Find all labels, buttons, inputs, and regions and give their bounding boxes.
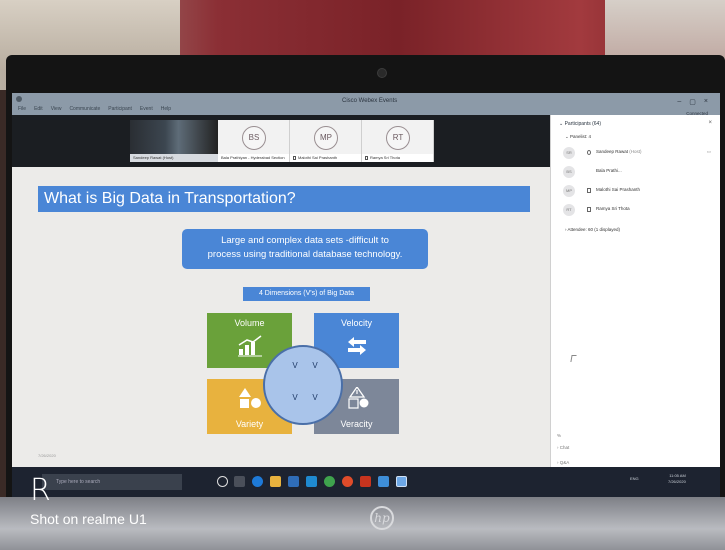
participants-header[interactable]: ⌄ Participants (64) xyxy=(559,121,601,127)
video-tile-name: Sandeep Rawat (Host) xyxy=(130,154,218,162)
avatar: BS xyxy=(563,166,575,178)
menu-file[interactable]: File xyxy=(18,106,26,112)
video-tile-rt[interactable]: RT Ramya Sri Thota xyxy=(362,120,434,162)
system-tray: ENG 11:05 AM 7/26/2020 xyxy=(550,467,720,497)
realme-logo: R xyxy=(30,473,51,508)
slide-date: 7/26/2020 xyxy=(38,453,56,458)
presenter-icon xyxy=(365,155,368,160)
minimize-button[interactable]: – xyxy=(677,98,681,106)
definition-line: process using traditional database techn… xyxy=(207,249,403,260)
clock[interactable]: 11:05 AM 7/26/2020 xyxy=(668,473,686,485)
participant-row[interactable]: SR Sandeep Rawat (Host) ▭ xyxy=(563,146,713,160)
v-letter: V xyxy=(312,393,318,402)
shapes-icon xyxy=(239,388,261,408)
task-view-icon[interactable] xyxy=(234,476,245,487)
menu-communicate[interactable]: Communicate xyxy=(69,106,100,112)
menu-event[interactable]: Event xyxy=(140,106,153,112)
chrome-icon[interactable] xyxy=(324,476,335,487)
video-tile-mp[interactable]: MP Malothi Sai Prashanth xyxy=(290,120,362,162)
office-icon[interactable] xyxy=(360,476,371,487)
mouse-cursor-icon xyxy=(570,355,577,362)
participant-name: Malothi Sai Prashanth xyxy=(596,187,641,192)
menu-bar: File Edit View Communicate Participant E… xyxy=(18,106,171,112)
avatar: RT xyxy=(386,126,410,150)
close-button[interactable]: × xyxy=(704,98,708,106)
window-controls: – ▢ × xyxy=(677,98,708,106)
edge-browser-icon[interactable] xyxy=(252,476,263,487)
v-letter: V xyxy=(292,361,298,370)
firefox-icon[interactable] xyxy=(342,476,353,487)
participants-panel: ⌄ Participants (64) × ⌄ Panelist: 4 SR S… xyxy=(550,115,720,497)
menu-view[interactable]: View xyxy=(51,106,62,112)
maximize-button[interactable]: ▢ xyxy=(689,98,696,106)
video-tile-name: Ramya Sri Thota xyxy=(362,154,433,162)
participant-row[interactable]: MP Malothi Sai Prashanth xyxy=(563,184,713,198)
camera-watermark: R Shot on realme U1 xyxy=(30,475,190,540)
arrows-icon xyxy=(348,337,366,355)
avatar: MP xyxy=(314,126,338,150)
cortana-icon[interactable] xyxy=(217,476,228,487)
definition-line: Large and complex data sets -difficult t… xyxy=(221,235,389,246)
shared-slide: What is Big Data in Transportation? Larg… xyxy=(12,167,550,467)
attendee-group-header[interactable]: › Attendee: 60 (1 displayed) xyxy=(565,227,620,232)
webcam-icon xyxy=(377,68,387,78)
laptop-screen: Cisco Webex Events File Edit View Commun… xyxy=(12,93,720,497)
puzzle-circle: V V V V xyxy=(263,345,343,425)
window-titlebar: Cisco Webex Events File Edit View Commun… xyxy=(12,93,720,116)
quadrant-label: Volume xyxy=(234,318,265,328)
watermark-text: Shot on realme U1 xyxy=(30,511,147,527)
participant-name: Sandeep Rawat (Host) xyxy=(596,149,642,154)
language-indicator[interactable]: ENG xyxy=(630,476,639,481)
window-title: Cisco Webex Events xyxy=(342,98,398,104)
video-tile-name: Malothi Sai Prashanth xyxy=(290,154,361,162)
v-letter: V xyxy=(312,361,318,370)
presenter-icon xyxy=(293,155,296,160)
quadrant-label: Variety xyxy=(235,419,264,429)
menu-help[interactable]: Help xyxy=(161,106,171,112)
device-icon xyxy=(587,207,591,212)
avatar: MP xyxy=(563,185,575,197)
presenter-ball-icon xyxy=(587,150,591,155)
video-strip: Sandeep Rawat (Host) BS Bala Prathiyan -… xyxy=(12,115,550,167)
store-icon[interactable] xyxy=(288,476,299,487)
menu-edit[interactable]: Edit xyxy=(34,106,43,112)
dimensions-label: 4 Dimensions (V's) of Big Data xyxy=(243,287,370,301)
definition-box: Large and complex data sets -difficult t… xyxy=(182,229,428,269)
close-icon[interactable]: × xyxy=(708,120,712,126)
participant-name: Bala Prathi... xyxy=(596,168,622,173)
video-tile-bs[interactable]: BS Bala Prathiyan - Hyderabad Section xyxy=(218,120,290,162)
hp-logo: hp xyxy=(370,506,394,530)
webex-taskbar-icon[interactable] xyxy=(396,476,407,487)
quadrant-label: Veracity xyxy=(340,419,373,429)
panel-divider: % xyxy=(557,433,562,438)
slide-title: What is Big Data in Transportation? xyxy=(38,186,530,212)
clock-date: 7/26/2020 xyxy=(668,479,686,484)
webex-logo-icon xyxy=(16,96,22,102)
warning-icon xyxy=(348,387,369,409)
device-icon xyxy=(587,188,591,193)
bar-growth-icon xyxy=(238,335,262,357)
avatar: SR xyxy=(563,147,575,159)
avatar: RT xyxy=(563,204,575,216)
video-tile-host[interactable]: Sandeep Rawat (Host) xyxy=(130,120,218,162)
chat-tab[interactable]: › Chat xyxy=(557,445,569,450)
panelist-group-header[interactable]: ⌄ Panelist: 4 xyxy=(565,134,591,140)
quadrant-label: Velocity xyxy=(340,318,373,328)
mail-icon[interactable] xyxy=(306,476,317,487)
avatar: BS xyxy=(242,126,266,150)
file-explorer-icon[interactable] xyxy=(270,476,281,487)
v-letter: V xyxy=(292,393,298,402)
participant-name: Ramya Sri Thota xyxy=(596,206,630,211)
qa-tab[interactable]: › Q&A xyxy=(557,460,569,465)
app-icon[interactable] xyxy=(378,476,389,487)
participant-row[interactable]: BS Bala Prathi... xyxy=(563,165,713,179)
video-tile-name: Bala Prathiyan - Hyderabad Section xyxy=(218,154,289,162)
menu-participant[interactable]: Participant xyxy=(108,106,132,112)
participant-row[interactable]: RT Ramya Sri Thota xyxy=(563,203,713,217)
camera-icon[interactable]: ▭ xyxy=(707,149,711,155)
